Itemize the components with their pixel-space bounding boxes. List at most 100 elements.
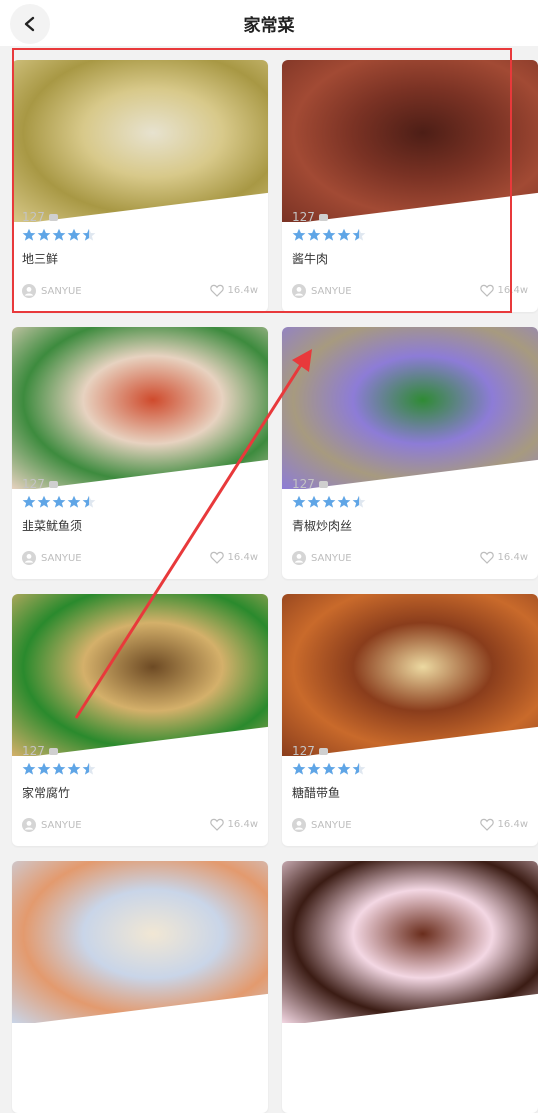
- star-icon: [352, 762, 366, 775]
- heart-icon: [209, 551, 224, 564]
- comment-count: 127: [292, 744, 328, 758]
- like-count: 16.4w: [227, 552, 258, 563]
- star-icon: [82, 228, 96, 241]
- user-avatar-icon: [292, 551, 306, 565]
- comment-count-value: 127: [22, 210, 45, 224]
- heart-icon: [479, 818, 494, 831]
- user-avatar-icon: [22, 551, 36, 565]
- comment-icon: [48, 480, 58, 488]
- like-button[interactable]: 16.4w: [209, 284, 258, 297]
- comment-icon: [318, 480, 328, 488]
- recipe-name: 酱牛肉: [292, 252, 329, 266]
- author-name: SANYUE: [311, 552, 352, 564]
- star-icon: [52, 495, 66, 508]
- recipe-photo: [12, 327, 268, 489]
- comment-count: 127: [22, 210, 58, 224]
- comment-count-value: 127: [292, 744, 315, 758]
- author-name: SANYUE: [311, 819, 352, 831]
- author: SANYUE: [292, 551, 352, 565]
- recipe-name: 地三鲜: [22, 252, 59, 266]
- author-name: SANYUE: [311, 285, 352, 297]
- star-icon: [82, 495, 96, 508]
- comment-count-value: 127: [22, 744, 45, 758]
- star-icon: [307, 228, 321, 241]
- star-icon: [37, 228, 51, 241]
- recipe-photo: [282, 594, 538, 756]
- heart-icon: [479, 551, 494, 564]
- star-icon: [37, 495, 51, 508]
- rating-stars: [22, 762, 96, 776]
- page-title: 家常菜: [243, 16, 295, 36]
- rating-stars: [22, 228, 96, 242]
- star-icon: [22, 495, 36, 508]
- like-button[interactable]: 16.4w: [479, 551, 528, 564]
- like-button[interactable]: 16.4w: [209, 818, 258, 831]
- author: SANYUE: [22, 818, 82, 832]
- recipe-card[interactable]: [12, 861, 268, 1113]
- rating-stars: [292, 495, 366, 509]
- star-icon: [67, 495, 81, 508]
- comment-icon: [48, 213, 58, 221]
- recipe-photo: [282, 60, 538, 222]
- recipe-card[interactable]: 127 地三鲜 SANYUE 16.4w: [12, 60, 268, 312]
- author-name: SANYUE: [41, 285, 82, 297]
- like-button[interactable]: 16.4w: [209, 551, 258, 564]
- top-bar: 家常菜: [0, 0, 538, 46]
- recipe-card[interactable]: [282, 861, 538, 1113]
- star-icon: [292, 762, 306, 775]
- user-avatar-icon: [292, 284, 306, 298]
- recipe-photo: [282, 861, 538, 1023]
- star-icon: [337, 228, 351, 241]
- comment-count-value: 127: [22, 477, 45, 491]
- star-icon: [67, 228, 81, 241]
- comment-count: 127: [22, 477, 58, 491]
- recipe-name: 青椒炒肉丝: [292, 519, 353, 533]
- author: SANYUE: [22, 284, 82, 298]
- like-count: 16.4w: [497, 285, 528, 296]
- like-button[interactable]: 16.4w: [479, 818, 528, 831]
- recipe-card[interactable]: 127 糖醋带鱼 SANYUE 16.4w: [282, 594, 538, 846]
- comment-count: 127: [292, 210, 328, 224]
- recipe-name: 糖醋带鱼: [292, 786, 341, 800]
- rating-stars: [22, 495, 96, 509]
- star-icon: [352, 495, 366, 508]
- recipe-photo: [12, 594, 268, 756]
- like-button[interactable]: 16.4w: [479, 284, 528, 297]
- star-icon: [337, 762, 351, 775]
- star-icon: [67, 762, 81, 775]
- recipe-photo: [12, 60, 268, 222]
- recipe-card[interactable]: 127 青椒炒肉丝 SANYUE 16.4w: [282, 327, 538, 579]
- recipe-card[interactable]: 127 韭菜鱿鱼须 SANYUE 16.4w: [12, 327, 268, 579]
- user-avatar-icon: [22, 818, 36, 832]
- like-count: 16.4w: [227, 285, 258, 296]
- star-icon: [52, 762, 66, 775]
- comment-icon: [318, 747, 328, 755]
- rating-stars: [292, 228, 366, 242]
- user-avatar-icon: [292, 818, 306, 832]
- recipe-card[interactable]: 127 家常腐竹 SANYUE 16.4w: [12, 594, 268, 846]
- author: SANYUE: [292, 818, 352, 832]
- author-name: SANYUE: [41, 819, 82, 831]
- star-icon: [52, 228, 66, 241]
- like-count: 16.4w: [497, 819, 528, 830]
- recipe-photo: [282, 327, 538, 489]
- author: SANYUE: [22, 551, 82, 565]
- star-icon: [322, 495, 336, 508]
- recipe-photo: [12, 861, 268, 1023]
- comment-count: 127: [22, 744, 58, 758]
- recipe-name: 韭菜鱿鱼须: [22, 519, 83, 533]
- heart-icon: [209, 284, 224, 297]
- star-icon: [307, 495, 321, 508]
- star-icon: [307, 762, 321, 775]
- like-count: 16.4w: [497, 552, 528, 563]
- like-count: 16.4w: [227, 819, 258, 830]
- star-icon: [22, 228, 36, 241]
- star-icon: [292, 228, 306, 241]
- author-name: SANYUE: [41, 552, 82, 564]
- comment-count: 127: [292, 477, 328, 491]
- star-icon: [322, 228, 336, 241]
- star-icon: [22, 762, 36, 775]
- star-icon: [37, 762, 51, 775]
- recipe-card[interactable]: 127 酱牛肉 SANYUE 16.4w: [282, 60, 538, 312]
- heart-icon: [479, 284, 494, 297]
